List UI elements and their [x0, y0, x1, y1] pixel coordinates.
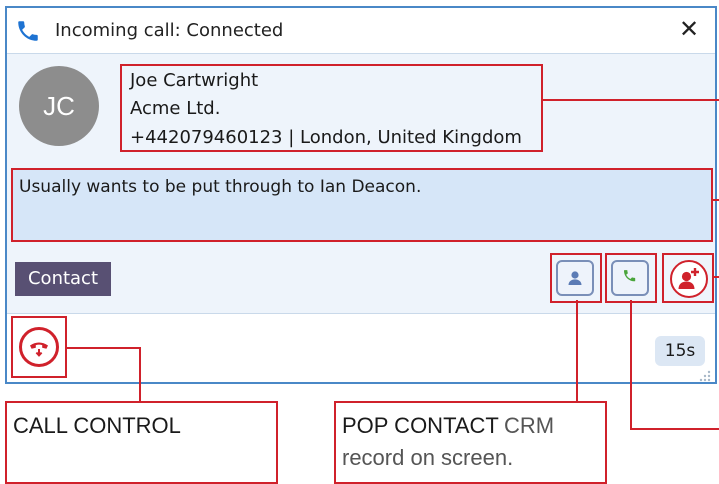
phone-call-icon: [624, 270, 636, 282]
caller-phone-location: +442079460123 | London, United Kingdom: [130, 127, 522, 148]
pop-contact-callout-title: POP CONTACT: [342, 413, 499, 438]
hangup-icon: [30, 342, 48, 357]
caller-company: Acme Ltd.: [130, 98, 221, 119]
pop-contact-callout-line1: POP CONTACT CRM: [342, 413, 554, 439]
connector-hangup-v: [139, 347, 141, 402]
call-action-button[interactable]: [611, 260, 649, 296]
add-contact-icon: [678, 268, 699, 289]
resize-grip-icon[interactable]: [699, 370, 711, 382]
call-control-callout-title: CALL CONTROL: [13, 413, 181, 438]
connector-add-right: [712, 276, 719, 278]
connector-notes-right: [711, 199, 719, 201]
pop-contact-highlight: [550, 253, 602, 303]
hangup-highlight: [11, 316, 67, 378]
connector-pop-v: [576, 300, 578, 402]
call-timer: 15s: [655, 336, 705, 366]
call-action-highlight: [605, 253, 657, 303]
connector-info-right: [541, 99, 719, 101]
close-icon[interactable]: ✕: [679, 17, 699, 41]
call-popup-window: Incoming call: Connected ✕ JC Joe Cartwr…: [5, 6, 717, 384]
pop-contact-callout-desc: record on screen.: [342, 445, 514, 470]
notes-text: Usually wants to be put through to Ian D…: [19, 177, 422, 197]
add-contact-highlight: [662, 253, 714, 303]
person-icon: [568, 271, 582, 285]
pop-contact-callout: POP CONTACT CRM record on screen.: [334, 401, 607, 484]
call-control-callout: CALL CONTROL: [5, 401, 278, 484]
connector-call-v: [630, 300, 632, 430]
connector-hangup-h: [67, 347, 141, 349]
connector-call-h: [630, 428, 719, 430]
window-title: Incoming call: Connected: [55, 20, 284, 41]
avatar: JC: [19, 66, 99, 146]
pop-contact-button[interactable]: [556, 260, 594, 296]
caller-info-box: Joe Cartwright Acme Ltd. +442079460123 |…: [120, 64, 543, 152]
phone-icon: [18, 21, 38, 41]
caller-notes[interactable]: Usually wants to be put through to Ian D…: [11, 168, 713, 242]
hangup-button[interactable]: [19, 327, 59, 367]
pop-contact-callout-desc-inline: CRM: [503, 413, 555, 438]
contact-button[interactable]: Contact: [15, 262, 111, 296]
add-contact-button[interactable]: [670, 260, 708, 298]
title-bar: Incoming call: Connected ✕: [7, 8, 715, 54]
caller-name: Joe Cartwright: [130, 70, 259, 91]
